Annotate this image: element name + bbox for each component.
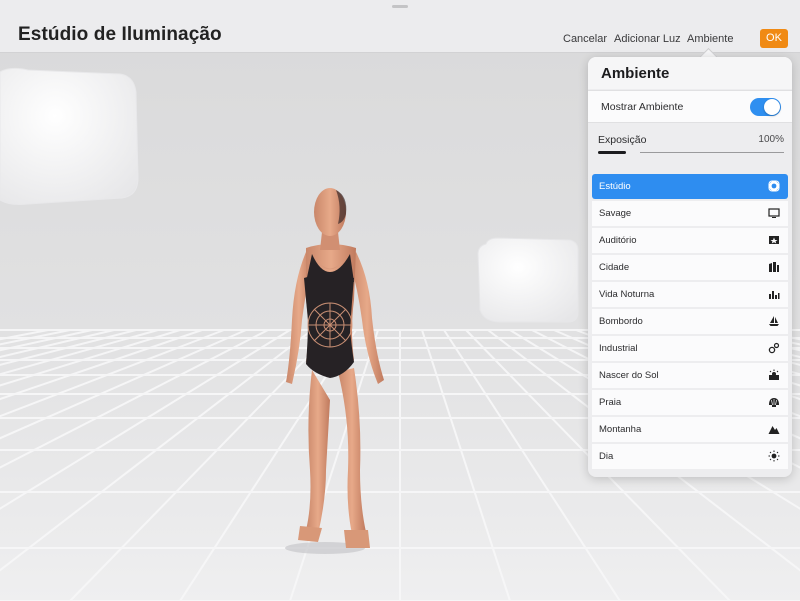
city-icon [769,262,779,272]
sun-icon [768,450,780,462]
env-item-bombordo[interactable]: Bombordo [592,309,788,334]
monitor-icon [768,208,780,218]
popover-title: Ambiente [601,65,670,82]
light-cube-icon[interactable] [477,237,579,323]
exposure-slider-track [640,152,784,153]
top-toolbar: Estúdio de Iluminação Cancelar Adicionar… [0,0,800,53]
cancel-button[interactable]: Cancelar [563,33,607,45]
exposure-row: Exposição 100% [592,129,788,160]
nightlife-icon [769,291,780,299]
env-item-label: Cidade [599,262,630,273]
mountain-icon [768,426,780,434]
env-item-vida-noturna[interactable]: Vida Noturna [592,282,788,307]
add-light-button[interactable]: Adicionar Luz [614,33,681,45]
exposure-slider[interactable] [598,147,784,158]
env-item-label: Montanha [599,424,642,435]
env-item-label: Estúdio [599,181,631,192]
env-item-industrial[interactable]: Industrial [592,336,788,361]
exposure-slider-fill [598,151,626,154]
environment-button[interactable]: Ambiente [687,33,733,45]
env-item-label: Auditório [599,235,637,246]
exposure-label: Exposição [598,134,647,146]
env-item-label: Praia [599,397,622,408]
auditorium-icon [769,236,779,244]
env-item-label: Vida Noturna [599,289,655,300]
env-item-auditorio[interactable]: Auditório [592,228,788,253]
environment-popover: Ambiente Mostrar Ambiente Exposição 100%… [588,57,792,477]
env-item-label: Nascer do Sol [599,370,659,381]
show-environment-row: Mostrar Ambiente [588,90,792,123]
ok-button[interactable]: OK [760,29,788,48]
show-environment-toggle[interactable] [750,98,781,116]
show-environment-label: Mostrar Ambiente [601,101,684,113]
env-item-praia[interactable]: Praia [592,390,788,415]
env-item-estudio[interactable]: Estúdio [592,174,788,199]
env-item-label: Industrial [599,343,638,354]
env-item-nascer-do-sol[interactable]: Nascer do Sol [592,363,788,388]
sunrise-icon [769,369,779,380]
sailboat-icon [769,316,779,326]
env-item-label: Savage [599,208,632,219]
env-item-label: Bombordo [599,316,643,327]
env-item-montanha[interactable]: Montanha [592,417,788,442]
toggle-knob [764,99,780,115]
drag-handle[interactable] [392,5,408,8]
page-title: Estúdio de Iluminação [18,24,222,45]
env-item-label: Dia [599,451,614,462]
env-item-cidade[interactable]: Cidade [592,255,788,280]
exposure-value: 100% [758,134,784,145]
exposure-slider-handle[interactable] [627,147,630,158]
env-item-dia[interactable]: Dia [592,444,788,469]
environment-list: Estúdio Savage Auditório Cidade Vida Not… [592,174,788,471]
gears-icon [768,342,780,354]
shell-icon [769,398,779,407]
env-item-savage[interactable]: Savage [592,201,788,226]
popover-header: Ambiente [588,57,792,89]
studio-icon [768,180,780,192]
light-box-icon[interactable] [0,67,139,205]
